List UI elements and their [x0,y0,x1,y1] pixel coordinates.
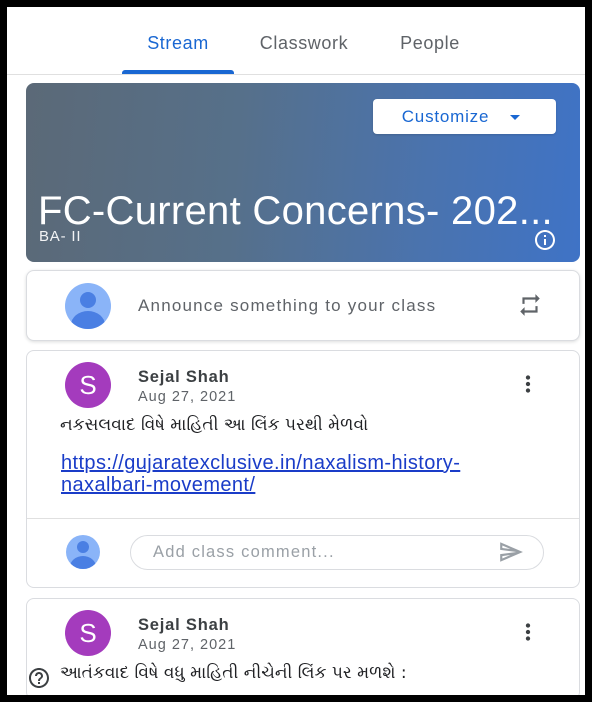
send-comment-button[interactable] [498,539,524,565]
author-name: Sejal Shah [138,368,230,386]
avatar-head [77,541,89,553]
post-text: નકસલવાદ વિષે માહિતી આ લિંક પરથી મેળવો [60,415,369,435]
more-vert-icon [525,375,531,393]
info-icon [535,230,555,250]
author-avatar: S [65,610,111,656]
post-menu-button[interactable] [515,619,541,645]
post-card: S Sejal Shah Aug 27, 2021 આતંકવાદ વિષે વ… [26,598,580,700]
class-banner: Customize FC-Current Concerns- 202... BA… [26,83,580,262]
class-comment-input[interactable] [130,535,544,570]
reuse-post-button[interactable] [517,292,543,318]
post-text: આતંકવાદ વિષે વધુ માહિતી નીચેની લિંક પર મ… [60,663,407,683]
class-section: BA- II [39,228,82,245]
post-date: Aug 27, 2021 [138,389,237,405]
author-avatar: S [65,362,111,408]
person-avatar-icon [65,283,111,329]
tab-people[interactable]: People [374,22,486,64]
classroom-stream-screen: Stream Classwork People Customize FC-Cur… [0,0,592,702]
arrow-drop-down-icon [510,114,521,120]
tab-bar-divider [7,74,585,75]
repeat-icon [520,294,540,316]
more-vert-icon [525,623,531,641]
avatar-body [70,556,96,569]
help-button[interactable] [27,666,51,690]
tab-classwork[interactable]: Classwork [248,22,360,64]
post-date: Aug 27, 2021 [138,637,237,653]
tab-stream[interactable]: Stream [122,22,234,64]
person-avatar-icon [66,535,100,569]
avatar-body [71,311,105,329]
post-menu-button[interactable] [515,371,541,397]
post-card: S Sejal Shah Aug 27, 2021 નકસલવાદ વિષે મ… [26,350,580,588]
avatar-head [80,292,96,308]
post-link[interactable]: https://gujaratexclusive.in/naxalism-his… [61,452,531,496]
customize-label: Customize [401,106,490,126]
announce-prompt[interactable]: Announce something to your class [138,294,436,318]
comment-divider [27,518,579,519]
help-icon [29,668,49,688]
customize-button[interactable]: Customize [373,99,556,134]
author-name: Sejal Shah [138,616,230,634]
announce-card[interactable]: Announce something to your class [26,270,580,341]
class-info-button[interactable] [533,228,557,252]
class-title: FC-Current Concerns- 202... [38,189,553,233]
send-icon [500,542,523,562]
